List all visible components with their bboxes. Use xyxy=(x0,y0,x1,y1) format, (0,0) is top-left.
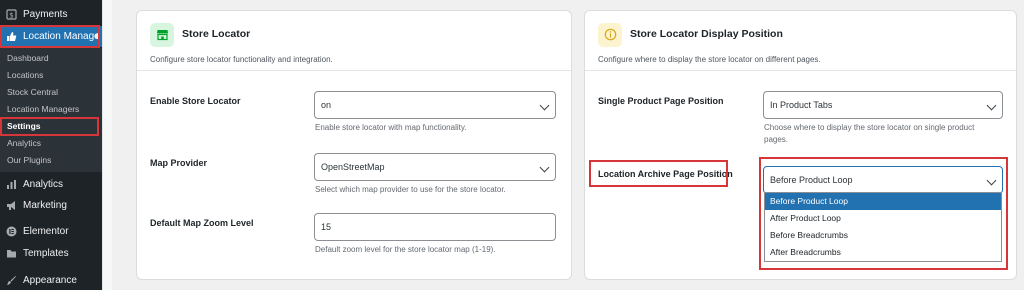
map-provider-help: Select which map provider to use for the… xyxy=(315,185,506,194)
option-before-breadcrumbs[interactable]: Before Breadcrumbs xyxy=(765,227,1001,244)
display-position-card-header: Store Locator Display Position Configure… xyxy=(585,11,1016,71)
submenu-stock-central[interactable]: Stock Central xyxy=(7,84,58,101)
submenu-analytics[interactable]: Analytics xyxy=(7,135,41,152)
display-position-title: Store Locator Display Position xyxy=(630,28,783,40)
admin-sidebar: $ Payments Location Manage Dashboard Loc… xyxy=(0,0,102,290)
store-locator-card-header: Store Locator Configure store locator fu… xyxy=(137,11,571,71)
menu-appearance-label: Appearance xyxy=(23,275,77,286)
active-indicator-arrow xyxy=(94,31,100,41)
menu-location-manager-label: Location Manage xyxy=(23,31,100,42)
store-locator-title: Store Locator xyxy=(182,28,251,40)
submenu-dashboard[interactable]: Dashboard xyxy=(7,50,49,67)
single-product-position-select[interactable]: In Product Tabs xyxy=(763,91,1003,119)
position-badge xyxy=(598,23,622,47)
svg-text:$: $ xyxy=(9,12,13,20)
map-provider-select[interactable]: OpenStreetMap xyxy=(314,153,556,181)
submenu-our-plugins[interactable]: Our Plugins xyxy=(7,152,51,169)
map-provider-value: OpenStreetMap xyxy=(321,162,385,172)
menu-appearance[interactable]: Appearance xyxy=(0,270,102,290)
location-submenu: Dashboard Locations Stock Central Locati… xyxy=(0,48,102,172)
thumbs-up-icon xyxy=(5,31,17,43)
map-provider-label: Map Provider xyxy=(150,158,208,168)
archive-position-select[interactable]: Before Product Loop xyxy=(763,166,1003,194)
menu-location-manager[interactable]: Location Manage xyxy=(0,26,102,47)
submenu-settings[interactable]: Settings xyxy=(7,118,41,135)
single-product-position-help-line-1: Choose where to display the store locato… xyxy=(764,123,975,132)
menu-marketing[interactable]: Marketing xyxy=(0,195,102,216)
display-position-subtitle: Configure where to display the store loc… xyxy=(598,55,821,64)
store-icon xyxy=(156,28,169,43)
megaphone-icon xyxy=(5,200,17,212)
menu-templates-label: Templates xyxy=(23,248,69,259)
menu-marketing-label: Marketing xyxy=(23,200,67,211)
menu-payments[interactable]: $ Payments xyxy=(0,4,102,25)
chevron-down-icon xyxy=(539,162,550,173)
payments-icon: $ xyxy=(5,9,17,21)
option-after-breadcrumbs[interactable]: After Breadcrumbs xyxy=(765,244,1001,261)
enable-store-locator-value: on xyxy=(321,100,332,110)
menu-elementor-label: Elementor xyxy=(23,226,69,237)
archive-position-label: Location Archive Page Position xyxy=(598,169,733,179)
menu-templates[interactable]: Templates xyxy=(0,243,102,264)
zoom-level-help: Default zoom level for the store locator… xyxy=(315,245,496,254)
archive-position-dropdown: Before Product Loop After Product Loop B… xyxy=(764,192,1002,262)
store-badge xyxy=(150,23,174,47)
content-divider xyxy=(102,0,112,290)
zoom-level-input[interactable]: 15 xyxy=(314,213,556,241)
single-product-position-value: In Product Tabs xyxy=(770,100,833,110)
paintbrush-icon xyxy=(5,275,17,287)
single-product-position-help-line-2: pages. xyxy=(764,135,789,144)
store-locator-card: Store Locator Configure store locator fu… xyxy=(136,10,572,280)
enable-store-locator-help: Enable store locator with map functional… xyxy=(315,123,467,132)
enable-store-locator-label: Enable Store Locator xyxy=(150,96,241,106)
single-product-position-label: Single Product Page Position xyxy=(598,96,724,106)
elementor-icon xyxy=(5,226,17,238)
menu-payments-label: Payments xyxy=(23,9,68,20)
enable-store-locator-select[interactable]: on xyxy=(314,91,556,119)
option-after-product-loop[interactable]: After Product Loop xyxy=(765,210,1001,227)
info-icon xyxy=(604,28,617,43)
menu-analytics[interactable]: Analytics xyxy=(0,174,102,195)
submenu-locations[interactable]: Locations xyxy=(7,67,43,84)
chevron-down-icon xyxy=(539,100,550,111)
chevron-down-icon xyxy=(986,175,997,186)
store-locator-subtitle: Configure store locator functionality an… xyxy=(150,55,333,64)
zoom-level-label: Default Map Zoom Level xyxy=(150,218,254,228)
zoom-level-value: 15 xyxy=(321,222,332,232)
folder-icon xyxy=(5,248,17,260)
menu-analytics-label: Analytics xyxy=(23,179,64,190)
submenu-location-managers[interactable]: Location Managers xyxy=(7,101,79,118)
option-before-product-loop[interactable]: Before Product Loop xyxy=(765,193,1001,210)
menu-elementor[interactable]: Elementor xyxy=(0,221,102,242)
archive-position-value: Before Product Loop xyxy=(770,175,853,185)
chevron-down-icon xyxy=(986,100,997,111)
bar-chart-icon xyxy=(5,179,17,191)
